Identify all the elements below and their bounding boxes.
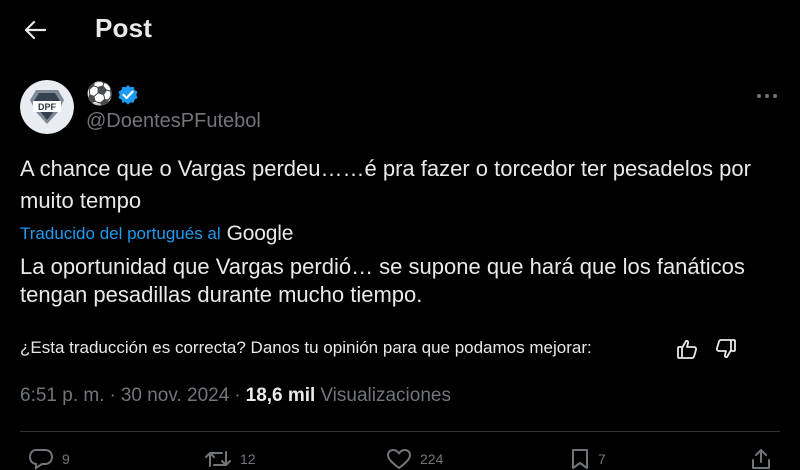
divider	[20, 431, 780, 432]
author-handle[interactable]: @DoentesPFutebol	[86, 110, 261, 133]
reply-count: 9	[62, 451, 70, 467]
share-button[interactable]	[750, 448, 772, 470]
avatar[interactable]: DPF	[20, 80, 74, 134]
back-button[interactable]	[18, 13, 52, 47]
like-button[interactable]: 224	[386, 448, 443, 470]
repost-icon	[205, 451, 231, 467]
translated-from-link[interactable]: Traducido del portugués al	[20, 224, 221, 244]
views-count: 18,6 mil	[245, 385, 316, 406]
repost-count: 12	[240, 451, 256, 467]
meta-separator: ·	[234, 385, 241, 406]
thumbs-down-icon	[715, 339, 736, 359]
author-name-row[interactable]: ⚽	[86, 82, 139, 108]
bookmark-count: 7	[598, 451, 606, 467]
verified-badge-icon	[118, 85, 138, 105]
google-logo: Google	[226, 222, 294, 245]
tweet-time[interactable]: 6:51 p. m.	[20, 385, 105, 407]
more-icon	[757, 94, 777, 98]
header-bar: Post	[0, 0, 800, 58]
reply-button[interactable]: 9	[28, 448, 70, 470]
like-icon	[386, 448, 412, 470]
translation-attribution: Traducido del portugués al Google	[20, 222, 293, 246]
page-title: Post	[95, 13, 153, 43]
tweet-text: A chance que o Vargas perdeu……é pra faze…	[20, 156, 751, 213]
bookmark-button[interactable]: 7	[570, 448, 606, 470]
back-arrow-icon	[24, 20, 46, 40]
meta-separator: ·	[109, 385, 116, 406]
views-label: Visualizaciones	[320, 385, 451, 406]
like-count: 224	[420, 451, 444, 467]
thumbs-up-button[interactable]	[674, 336, 700, 362]
reply-icon	[28, 449, 54, 470]
share-icon	[752, 449, 770, 469]
repost-button[interactable]: 12	[204, 448, 256, 470]
bookmark-icon	[572, 449, 588, 469]
author-display-name[interactable]: ⚽	[86, 83, 113, 107]
thumbs-up-icon	[677, 339, 698, 359]
avatar-logo-text: DPF	[38, 102, 57, 112]
tweet-date[interactable]: 30 nov. 2024	[121, 385, 229, 407]
translation-text: La oportunidad que Vargas perdió… se sup…	[20, 254, 745, 307]
thumbs-down-button[interactable]	[713, 336, 739, 362]
translation-feedback-prompt: ¿Esta traducción es correcta? Danos tu o…	[20, 338, 592, 357]
more-button[interactable]	[752, 86, 782, 106]
tweet-meta: 6:51 p. m. · 30 nov. 2024 · 18,6 mil Vis…	[20, 385, 451, 407]
